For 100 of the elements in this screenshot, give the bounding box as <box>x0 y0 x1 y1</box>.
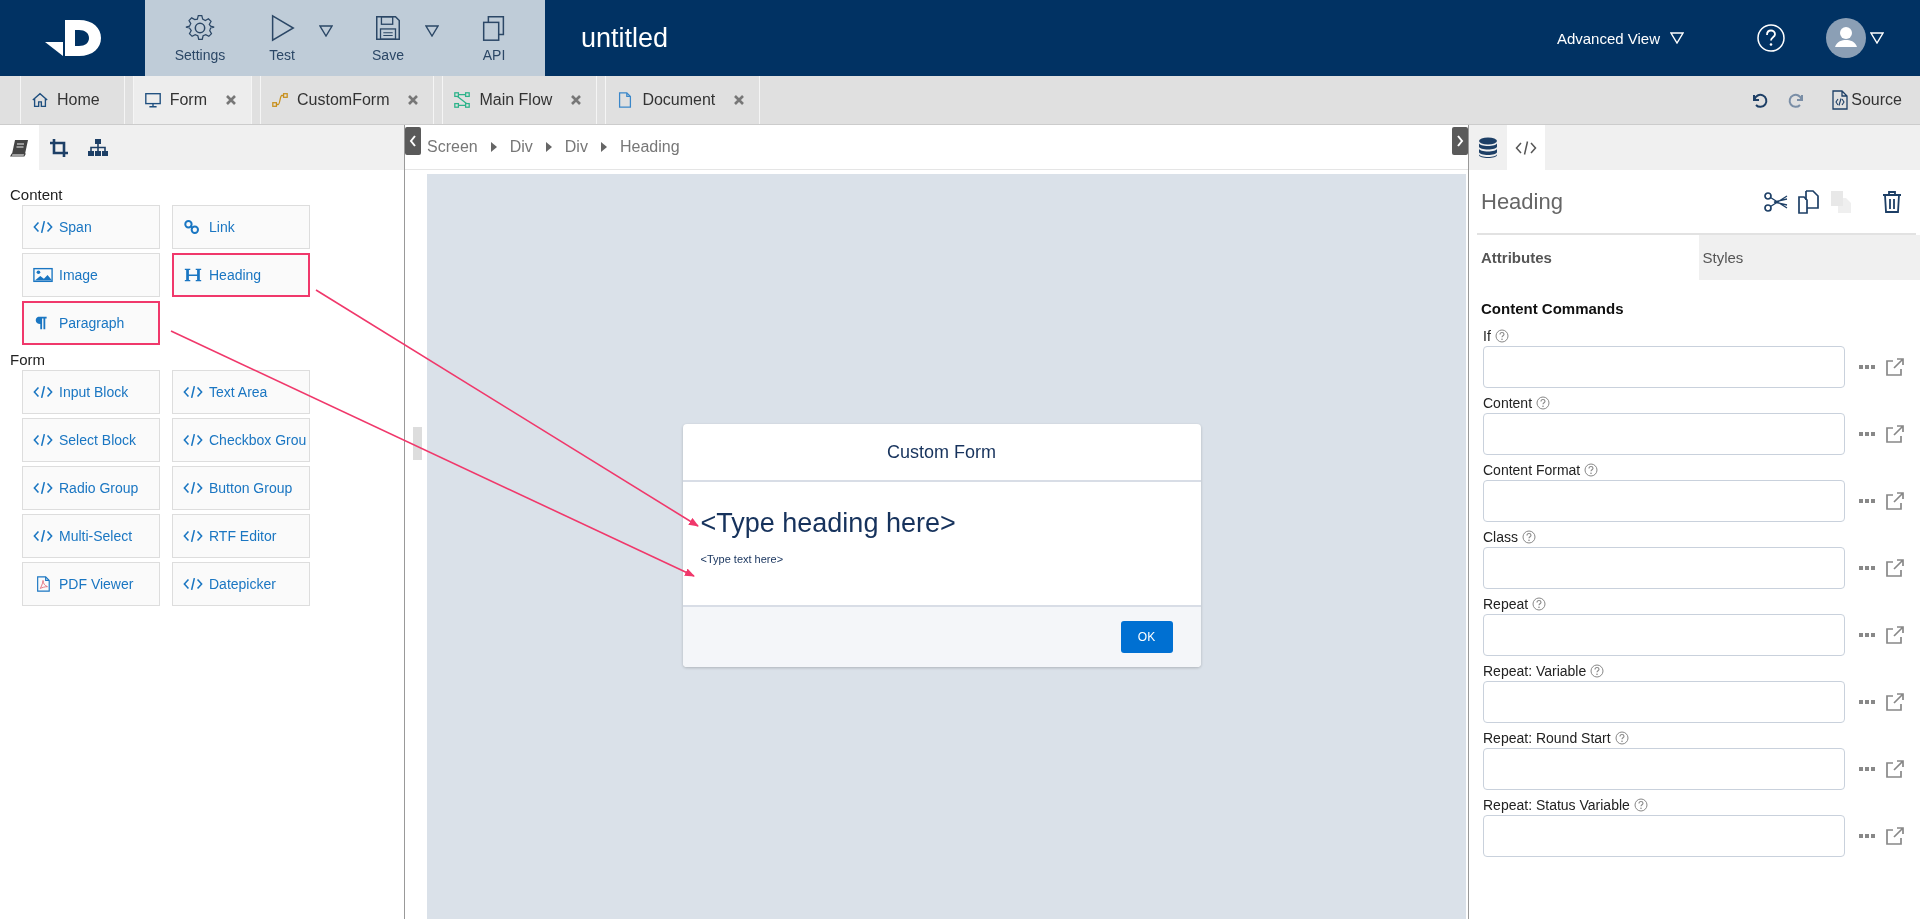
code-icon <box>183 384 203 400</box>
field-label: If <box>1483 328 1491 344</box>
view-menu[interactable]: Advanced View <box>1550 28 1690 48</box>
test-button[interactable]: Test <box>245 13 319 63</box>
external-link-icon[interactable] <box>1885 626 1905 644</box>
external-link-icon[interactable] <box>1885 358 1905 376</box>
close-icon[interactable] <box>225 94 237 106</box>
close-icon[interactable] <box>570 94 583 106</box>
monitor-icon <box>143 91 162 109</box>
external-link-icon[interactable] <box>1885 827 1905 845</box>
gear-icon <box>185 13 215 43</box>
input-field[interactable] <box>1483 346 1845 388</box>
avatar-icon[interactable] <box>1826 18 1866 58</box>
undo-icon[interactable] <box>1750 91 1769 109</box>
code-icon <box>33 480 53 496</box>
field-label: Content <box>1483 395 1533 411</box>
editor-tab[interactable]: CustomForm <box>260 76 435 124</box>
external-link-icon[interactable] <box>1885 760 1905 778</box>
caret-icon <box>599 142 608 152</box>
caret-icon[interactable] <box>425 25 439 37</box>
input-field[interactable] <box>1483 614 1845 656</box>
component-tile[interactable]: Heading <box>172 253 310 297</box>
more-icon[interactable] <box>1859 699 1875 705</box>
heading-icon <box>183 267 203 283</box>
resize-handle[interactable] <box>413 427 422 460</box>
input-field[interactable] <box>1483 480 1845 522</box>
input-field[interactable] <box>1483 681 1845 723</box>
component-tile[interactable]: Paragraph <box>22 301 160 345</box>
more-icon[interactable] <box>1859 431 1875 437</box>
section-title: Form <box>10 351 46 368</box>
field-label: Repeat: Variable <box>1483 663 1587 679</box>
component-tile[interactable]: RTF Editor <box>172 514 310 558</box>
editor-tab[interactable]: Form <box>132 76 252 124</box>
component-tile[interactable]: Radio Group <box>22 466 160 510</box>
breadcrumb-item[interactable]: Screen <box>427 138 478 156</box>
copy-icon[interactable] <box>1798 189 1820 214</box>
field-label: Repeat: Round Start <box>1483 730 1611 746</box>
book-tab[interactable] <box>0 125 39 170</box>
paragraph-text: <Type text here> <box>700 553 785 565</box>
document-title: untitled <box>581 22 669 54</box>
input-field[interactable] <box>1483 748 1845 790</box>
caret-icon[interactable] <box>319 25 333 37</box>
home-icon <box>31 91 49 109</box>
element-title: Heading <box>1480 188 1564 215</box>
breadcrumb-item[interactable]: Heading <box>619 138 680 156</box>
external-link-icon[interactable] <box>1885 693 1905 711</box>
more-icon[interactable] <box>1859 364 1875 370</box>
code-file-icon <box>1832 90 1849 110</box>
component-tile[interactable]: Input Block <box>22 370 160 414</box>
more-icon[interactable] <box>1859 565 1875 571</box>
settings-button[interactable]: Settings <box>163 13 237 63</box>
editor-tab[interactable]: Document <box>605 76 761 124</box>
ok-button[interactable]: OK <box>1120 621 1173 653</box>
code-tab[interactable] <box>1507 125 1545 170</box>
delete-icon[interactable] <box>1882 190 1902 213</box>
section-title: Content Commands <box>1481 300 1625 317</box>
component-tile[interactable]: Multi-Select <box>22 514 160 558</box>
collapse-handle[interactable] <box>405 127 421 155</box>
input-field[interactable] <box>1483 547 1845 589</box>
component-tile[interactable]: Datepicker <box>172 562 310 606</box>
api-button[interactable]: API <box>457 13 531 63</box>
panel-tab[interactable]: Styles <box>1698 235 1920 280</box>
save-button[interactable]: Save <box>351 13 425 63</box>
editor-tab[interactable]: Main Flow <box>442 76 598 124</box>
external-link-icon[interactable] <box>1885 425 1905 443</box>
component-tile[interactable]: Span <box>22 205 160 249</box>
cut-icon[interactable] <box>1764 191 1788 212</box>
component-tile[interactable]: Text Area <box>172 370 310 414</box>
component-tile[interactable]: Image <box>22 253 160 297</box>
code-icon <box>1515 139 1537 156</box>
more-icon[interactable] <box>1859 766 1875 772</box>
collapse-handle[interactable] <box>1452 127 1468 155</box>
heading-text: <Type heading here> <box>700 508 957 539</box>
code-icon <box>33 528 53 544</box>
external-link-icon[interactable] <box>1885 559 1905 577</box>
crop-icon <box>49 138 68 157</box>
editor-tab[interactable]: Home <box>20 76 125 124</box>
breadcrumb-item[interactable]: Div <box>564 138 588 156</box>
more-icon[interactable] <box>1859 498 1875 504</box>
more-icon[interactable] <box>1859 632 1875 638</box>
code-icon <box>33 432 53 448</box>
field-label: Content Format <box>1483 462 1581 478</box>
field-label: Class <box>1483 529 1518 545</box>
section-title: Content <box>10 186 64 203</box>
external-link-icon[interactable] <box>1885 492 1905 510</box>
component-tile[interactable]: Link <box>172 205 310 249</box>
breadcrumb-item[interactable]: Div <box>509 138 533 156</box>
more-icon[interactable] <box>1859 833 1875 839</box>
source-button[interactable]: Source <box>1826 89 1908 111</box>
component-tile[interactable]: Button Group <box>172 466 310 510</box>
input-field[interactable] <box>1483 413 1845 455</box>
close-icon[interactable] <box>733 94 746 106</box>
database-icon <box>1478 136 1498 159</box>
component-tile[interactable]: Checkbox Grou <box>172 418 310 462</box>
input-field[interactable] <box>1483 815 1845 857</box>
component-tile[interactable]: PDF Viewer <box>22 562 160 606</box>
form-title: Custom Form <box>887 441 996 463</box>
book-icon <box>9 138 30 157</box>
close-icon[interactable] <box>407 94 420 106</box>
component-tile[interactable]: Select Block <box>22 418 160 462</box>
